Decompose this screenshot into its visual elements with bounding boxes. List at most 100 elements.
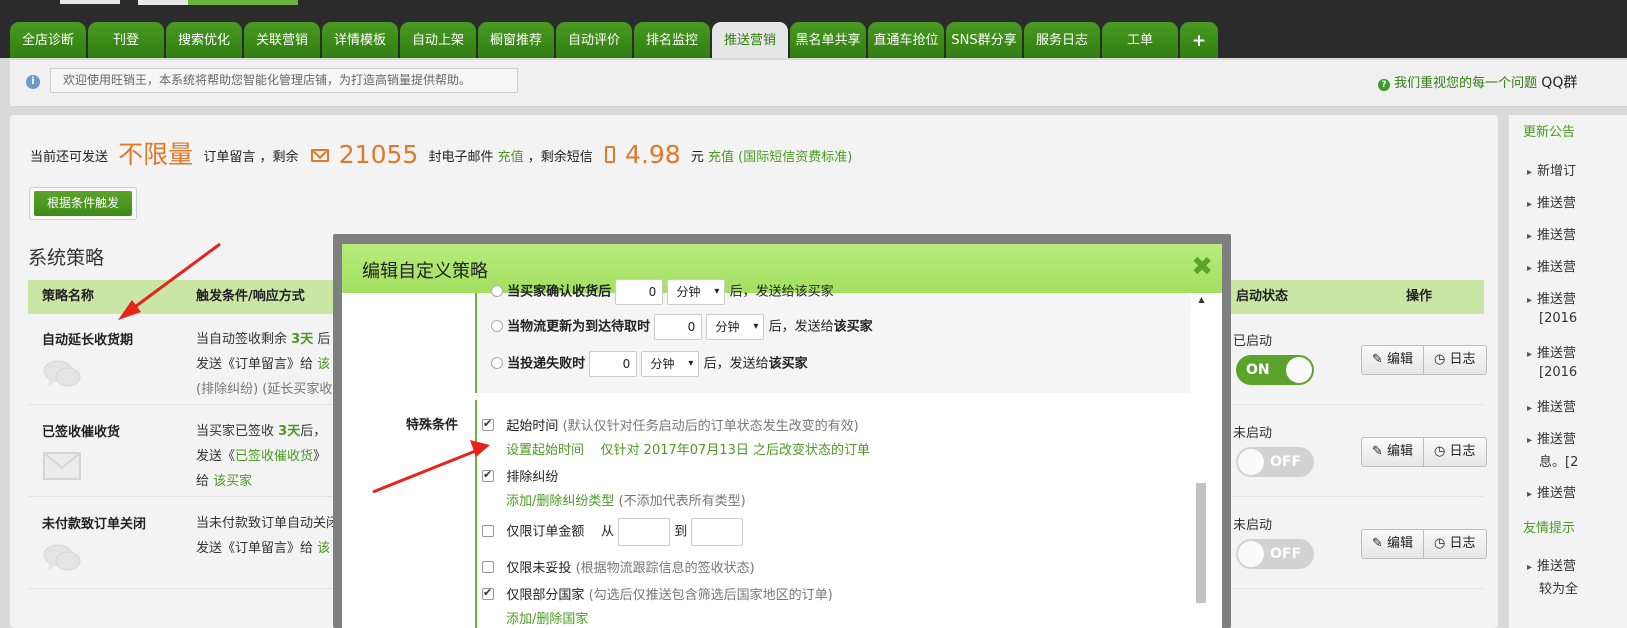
radio-option[interactable]	[491, 356, 503, 369]
trigger-by-condition-button[interactable]: 根据条件触发	[34, 191, 132, 216]
unit-select[interactable]: 分钟	[641, 351, 700, 377]
tab-10[interactable]: 黑名单共享	[790, 22, 866, 58]
tab-7[interactable]: 自动评价	[556, 22, 632, 58]
dispute-type-link[interactable]: 添加/删除纠纷类型	[506, 494, 614, 509]
quota-unlimited: 不限量	[118, 140, 194, 169]
option-label: 当投递失败时	[507, 356, 586, 372]
minutes-input[interactable]: 0	[654, 314, 703, 340]
tab-8[interactable]: 排名监控	[634, 22, 710, 58]
modal-scrollbar[interactable]: ▲	[1195, 293, 1208, 628]
tab-14[interactable]: 工单	[1102, 22, 1178, 58]
side-item[interactable]: 推送营	[1527, 396, 1576, 415]
exclude-dispute-option: 排除纠纷	[482, 466, 558, 485]
modal-title: 编辑自定义策略	[362, 261, 488, 282]
tab-11[interactable]: 直通车抢位	[868, 22, 944, 58]
tab-6[interactable]: 橱窗推荐	[478, 22, 554, 58]
info-icon: i	[26, 75, 40, 89]
chat-icon	[43, 544, 81, 571]
recharge-sms-link[interactable]: 充值 (国际短信资费标准)	[708, 150, 852, 165]
edit-button[interactable]: ✎ 编辑	[1362, 438, 1423, 466]
tab-9[interactable]: 推送营销	[712, 22, 788, 58]
radio-option[interactable]	[491, 284, 503, 297]
tab-0[interactable]: 全店诊断	[10, 22, 86, 58]
status-toggle[interactable]: ON	[1236, 355, 1314, 385]
log-button[interactable]: ◷ 日志	[1423, 346, 1486, 374]
tab-5[interactable]: 自动上架	[400, 22, 476, 58]
search-fragment	[138, 0, 298, 5]
trigger-options: 当买家确认收货后 0 分钟 后，发送给该买家 当物流更新为到达待取时 0 分钟 …	[475, 279, 1190, 393]
modal-overlay: 编辑自定义策略 ✖ 当买家确认收货后 0 分钟 后，发送给该买家 当物流更新为到…	[333, 234, 1231, 628]
edit-button[interactable]: ✎ 编辑	[1362, 346, 1423, 374]
undelivered-checkbox[interactable]	[482, 561, 494, 573]
log-button[interactable]: ◷ 日志	[1423, 530, 1486, 558]
status-toggle[interactable]: OFF	[1236, 447, 1314, 477]
side-item[interactable]: 新增订	[1527, 160, 1576, 179]
response-line: 发送《订单留言》给 该	[196, 541, 331, 556]
exclude-dispute-checkbox[interactable]	[482, 468, 494, 482]
minutes-input[interactable]: 0	[589, 351, 638, 377]
notice-bar: i 欢迎使用旺销王，本系统将帮助您智能化管理店铺，为打造高销量提供帮助。 ? 我…	[10, 60, 1627, 107]
phone-icon	[604, 146, 615, 163]
mail-icon	[310, 149, 329, 162]
side-item-sub: [2016	[1539, 365, 1578, 380]
quota-email-unit: 封电子邮件	[428, 150, 494, 165]
unit-select[interactable]: 分钟	[706, 314, 765, 340]
log-button[interactable]: ◷ 日志	[1423, 438, 1486, 466]
quota-email-count: 21055	[338, 140, 419, 169]
side-item[interactable]: 推送营	[1527, 224, 1576, 243]
tab-4[interactable]: 详情模板	[322, 22, 398, 58]
toggle-knob	[1238, 541, 1264, 567]
trigger-line: 当自动签收剩余 3天 后	[196, 332, 331, 347]
amount-to-input[interactable]	[691, 518, 744, 546]
order-amount-checkbox[interactable]	[482, 524, 494, 537]
option-label: 当物流更新为到达待取时	[507, 319, 651, 335]
radio-option[interactable]	[491, 319, 503, 332]
country-link[interactable]: 添加/删除国家	[506, 608, 588, 627]
side-item[interactable]: 推送营	[1527, 482, 1576, 501]
tab-12[interactable]: SNS群分享	[946, 22, 1022, 58]
response-line: 发送《订单留言》给 该	[196, 357, 331, 372]
status-text: 未启动	[1233, 426, 1273, 441]
strategy-name: 未付款致订单关闭	[42, 517, 147, 532]
start-time-setting: 设置起始时间 仅针对 2017年07月13日 之后改变状态的订单	[506, 439, 870, 458]
tab-3[interactable]: 关联营销	[244, 22, 320, 58]
tab-2[interactable]: 搜索优化	[166, 22, 242, 58]
start-time-checkbox[interactable]	[482, 417, 494, 431]
set-start-time-link[interactable]: 设置起始时间	[506, 443, 584, 458]
amount-from-input[interactable]	[618, 518, 671, 546]
side-item[interactable]: 推送营	[1527, 428, 1576, 447]
toggle-knob	[1286, 357, 1312, 383]
strategy-name: 已签收催收货	[42, 425, 121, 440]
order-amount-option: 仅限订单金额 从 到	[482, 518, 744, 546]
side-item[interactable]: 推送营	[1527, 256, 1576, 275]
edit-button[interactable]: ✎ 编辑	[1362, 530, 1423, 558]
status-toggle[interactable]: OFF	[1236, 539, 1314, 569]
scroll-thumb[interactable]	[1196, 483, 1206, 603]
tab-13[interactable]: 服务日志	[1024, 22, 1100, 58]
minutes-input[interactable]: 0	[615, 279, 664, 305]
unit-select[interactable]: 分钟	[667, 279, 726, 305]
add-tab-button[interactable]: +	[1180, 22, 1218, 58]
recharge-email-link[interactable]: 充值	[498, 150, 524, 165]
logistics-arrived-row: 当物流更新为到达待取时 0 分钟 后，发送给该买家	[491, 314, 873, 340]
tab-1[interactable]: 刊登	[88, 22, 164, 58]
side-item[interactable]: 推送营	[1527, 342, 1576, 361]
condition-line: (排除纠纷) (延长买家收货	[196, 382, 346, 397]
start-time-desc: 仅针对 2017年07月13日 之后改变状态的订单	[600, 443, 870, 458]
special-conditions-label: 特殊条件	[406, 418, 459, 433]
main-tabs: 全店诊断 刊登 搜索优化 关联营销 详情模板 自动上架 橱窗推荐 自动评价 排名监控 推送营销 黑名…	[10, 22, 1220, 58]
undelivered-option: 仅限未妥投 (根据物流跟踪信息的签收状态)	[482, 557, 755, 576]
th-status: 启动状态	[1236, 289, 1289, 304]
dispute-type-setting: 添加/删除纠纷类型 (不添加代表所有类型)	[506, 494, 746, 509]
side-item[interactable]: 推送营	[1527, 555, 1576, 574]
side-item[interactable]: 推送营	[1527, 288, 1576, 307]
side-item[interactable]: 推送营	[1527, 192, 1576, 211]
side-title-tips[interactable]: 友情提示	[1523, 517, 1575, 536]
country-checkbox[interactable]	[482, 586, 494, 600]
recipient-line: 给 该买家	[196, 474, 253, 489]
scroll-up-icon[interactable]: ▲	[1195, 295, 1208, 304]
feedback-link[interactable]: ? 我们重视您的每一个问题 QQ群	[1378, 72, 1577, 92]
qq-group-link[interactable]: QQ群	[1541, 75, 1577, 91]
close-icon[interactable]: ✖	[1191, 251, 1213, 283]
side-title-updates[interactable]: 更新公告	[1523, 121, 1575, 140]
